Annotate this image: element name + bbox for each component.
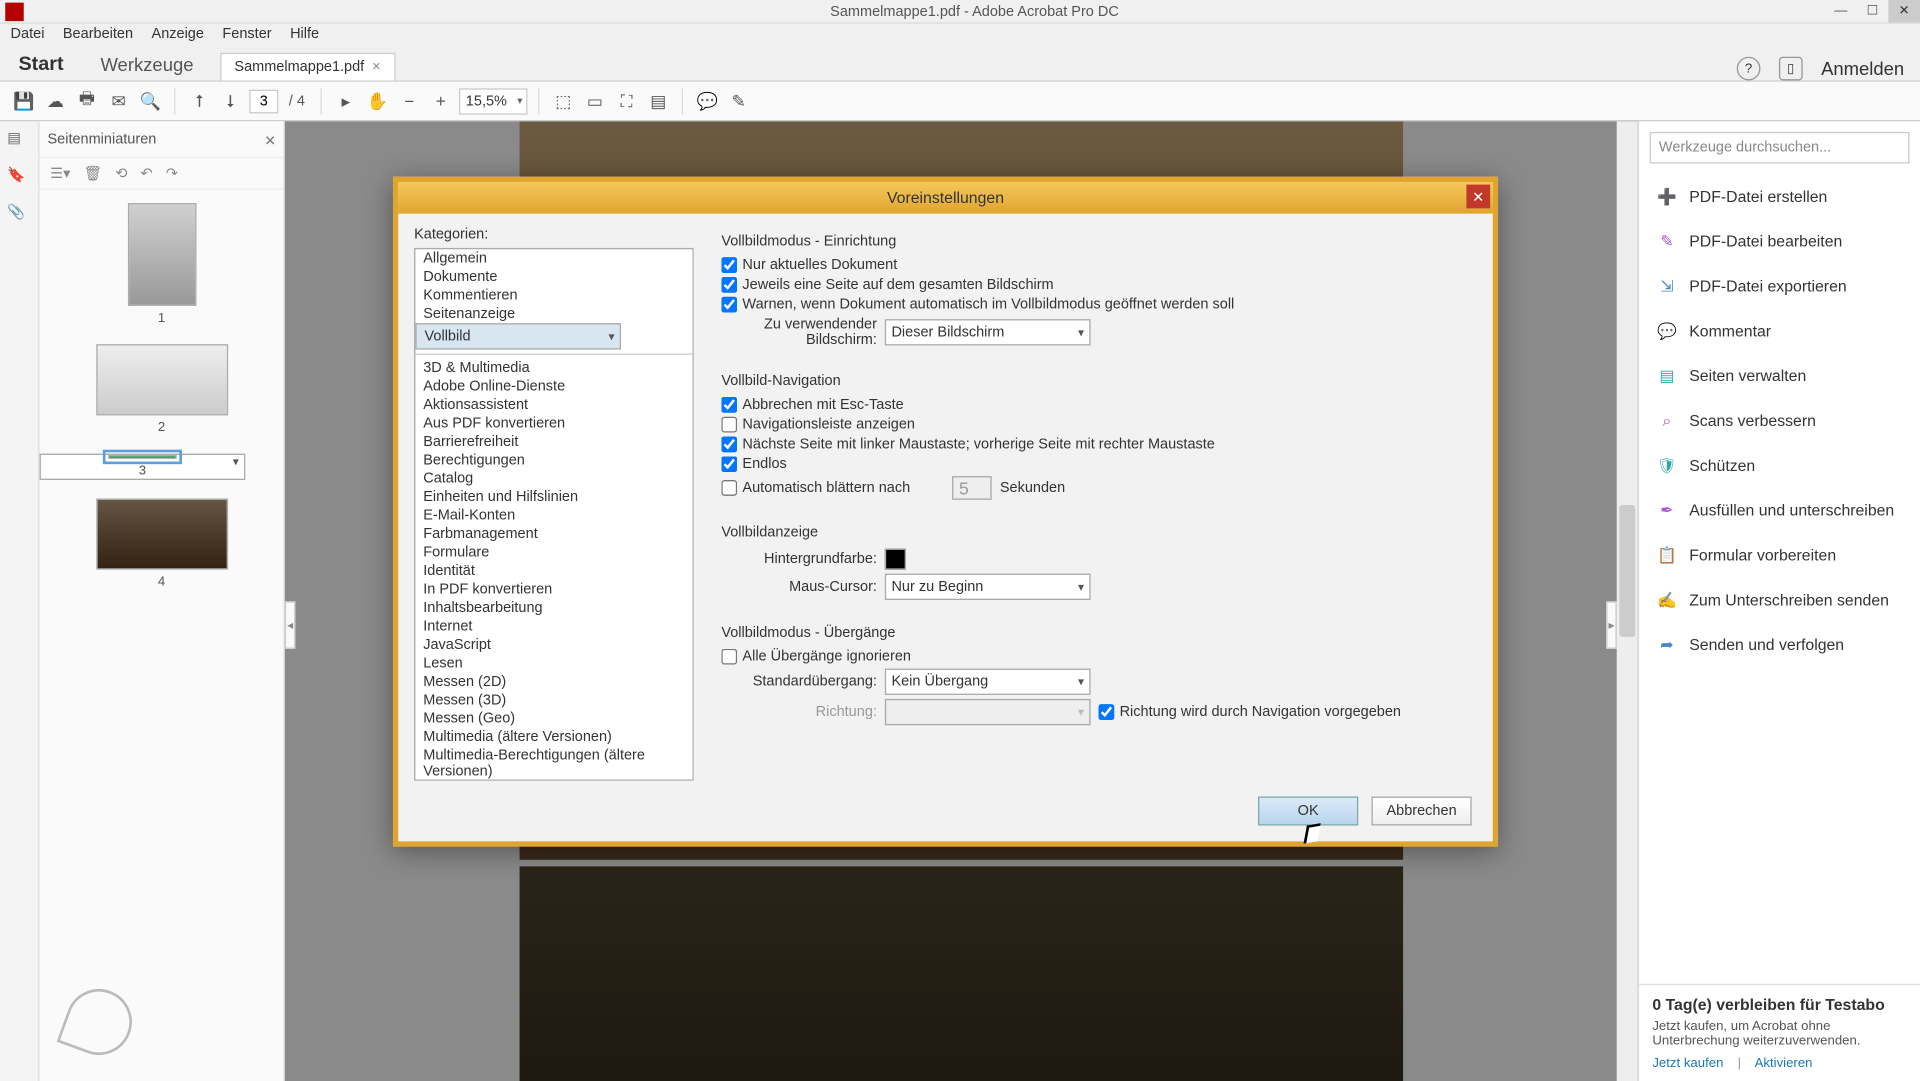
- cancel-button[interactable]: Abbrechen: [1371, 796, 1471, 825]
- one-page-fullscreen-checkbox[interactable]: Jeweils eine Seite auf dem gesamten Bild…: [721, 277, 1053, 293]
- dialog-close-button[interactable]: ✕: [1466, 185, 1490, 209]
- setup-group-title: Vollbildmodus - Einrichtung: [721, 233, 1467, 249]
- bg-color-swatch[interactable]: [885, 549, 906, 570]
- category-item[interactable]: Formulare: [415, 543, 692, 561]
- click-navigate-checkbox[interactable]: Nächste Seite mit linker Maustaste; vorh…: [721, 436, 1215, 452]
- bg-color-label: Hintergrundfarbe:: [721, 551, 877, 567]
- direction-select: [885, 699, 1091, 725]
- transitions-group-title: Vollbildmodus - Übergänge: [721, 625, 1467, 641]
- category-item[interactable]: Seitenanzeige: [415, 305, 692, 323]
- dialog-titlebar[interactable]: Voreinstellungen ✕: [398, 182, 1493, 214]
- auto-advance-seconds-input: [952, 476, 992, 500]
- seconds-label: Sekunden: [1000, 480, 1065, 496]
- preferences-dialog: Voreinstellungen ✕ Kategorien: Allgemein…: [393, 177, 1498, 847]
- display-group-title: Vollbildanzeige: [721, 525, 1467, 541]
- category-item[interactable]: JavaScript: [415, 636, 692, 654]
- category-item[interactable]: Messen (Geo): [415, 709, 692, 727]
- ok-button[interactable]: OK: [1258, 796, 1358, 825]
- category-item[interactable]: Aus PDF konvertieren: [415, 414, 692, 432]
- category-item[interactable]: Aktionsassistent: [415, 396, 692, 414]
- category-item[interactable]: Einheiten und Hilfslinien: [415, 488, 692, 506]
- category-item[interactable]: Messen (2D): [415, 673, 692, 691]
- category-item[interactable]: Berechtigungen: [415, 451, 692, 469]
- dialog-title: Voreinstellungen: [887, 189, 1004, 207]
- ignore-transitions-checkbox[interactable]: Alle Übergänge ignorieren: [721, 649, 911, 665]
- category-item[interactable]: Kommentieren: [415, 286, 692, 304]
- esc-cancel-checkbox[interactable]: Abbrechen mit Esc-Taste: [721, 397, 903, 413]
- cursor-select[interactable]: Nur zu Beginn: [885, 574, 1091, 600]
- category-item[interactable]: In PDF konvertieren: [415, 580, 692, 598]
- category-item[interactable]: Internet: [415, 617, 692, 635]
- monitor-label: Zu verwendender Bildschirm:: [721, 316, 877, 348]
- category-item[interactable]: Messen (3D): [415, 691, 692, 709]
- direction-label: Richtung:: [721, 704, 877, 720]
- direction-by-nav-checkbox[interactable]: Richtung wird durch Navigation vorgegebe…: [1098, 704, 1401, 720]
- category-item[interactable]: Farbmanagement: [415, 525, 692, 543]
- cursor-label: Maus-Cursor:: [721, 579, 877, 595]
- category-item[interactable]: Dokumente: [415, 268, 692, 286]
- category-item[interactable]: Multimedia-Berechtigungen (ältere Versio…: [415, 746, 692, 780]
- category-item[interactable]: Adobe Online-Dienste: [415, 377, 692, 395]
- show-navbar-checkbox[interactable]: Navigationsleiste anzeigen: [721, 417, 915, 433]
- category-item[interactable]: E-Mail-Konten: [415, 506, 692, 524]
- default-transition-select[interactable]: Kein Übergang: [885, 669, 1091, 695]
- categories-label: Kategorien:: [414, 227, 694, 243]
- category-item[interactable]: 3D & Multimedia: [415, 359, 692, 377]
- category-item[interactable]: Catalog: [415, 469, 692, 487]
- nav-group-title: Vollbild-Navigation: [721, 373, 1467, 389]
- only-current-document-checkbox[interactable]: Nur aktuelles Dokument: [721, 257, 897, 273]
- loop-checkbox[interactable]: Endlos: [721, 456, 786, 472]
- category-item[interactable]: Lesen: [415, 654, 692, 672]
- monitor-select[interactable]: Dieser Bildschirm: [885, 319, 1091, 345]
- category-item[interactable]: Inhaltsbearbeitung: [415, 599, 692, 617]
- category-item[interactable]: Barrierefreiheit: [415, 433, 692, 451]
- category-item[interactable]: Identität: [415, 562, 692, 580]
- categories-listbox[interactable]: AllgemeinDokumenteKommentierenSeitenanze…: [414, 248, 694, 781]
- default-transition-label: Standardübergang:: [721, 674, 877, 690]
- category-item[interactable]: Vollbild: [415, 323, 621, 349]
- auto-advance-checkbox[interactable]: Automatisch blättern nach: [721, 480, 910, 496]
- category-item[interactable]: Multimedia (ältere Versionen): [415, 728, 692, 746]
- warn-auto-fullscreen-checkbox[interactable]: Warnen, wenn Dokument automatisch im Vol…: [721, 297, 1234, 313]
- category-item[interactable]: Allgemein: [415, 249, 692, 267]
